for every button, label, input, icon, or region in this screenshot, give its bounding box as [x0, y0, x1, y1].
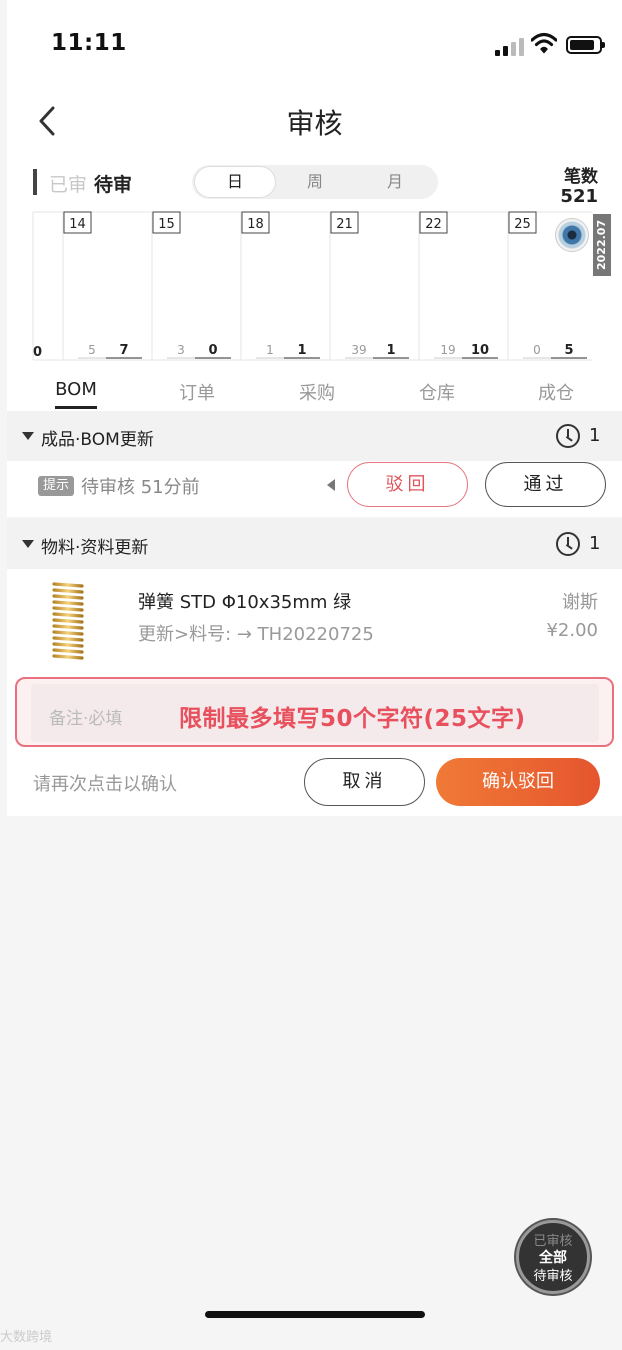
eye-icon[interactable] [555, 218, 589, 252]
count-value: 521 [560, 186, 598, 207]
filter-indicator [33, 169, 37, 195]
chart-partial-value: 0 [33, 345, 42, 360]
year-tag: 2022.07 [593, 214, 611, 276]
nav-bar: 审核 [7, 92, 622, 152]
chart-value-series1: 3 [177, 343, 185, 357]
pending-status: 待审核 51分前 [81, 477, 200, 498]
app-screen: 11:11 审核 已审 待审 日 周 月 笔数 521 0 14 5 7 15 3 0 18 1… [7, 0, 622, 1350]
note-input-frame: 备注·必填 限制最多填写50个字符(25文字) [15, 677, 614, 747]
tab-bom[interactable]: BOM [36, 379, 116, 400]
status-time: 11:11 [51, 30, 127, 56]
battery-icon [566, 36, 605, 54]
pass-button[interactable]: 通过 [485, 462, 606, 507]
spring-icon [52, 582, 84, 660]
tab-warehouse[interactable]: 仓库 [397, 379, 477, 405]
material-item[interactable]: 弹簧 STD Φ10x35mm 绿 更新>料号: → TH20220725 谢斯… [7, 569, 622, 676]
material-name: 弹簧 STD Φ10x35mm 绿 [138, 592, 352, 613]
chart-value-series2: 1 [386, 343, 395, 358]
left-triangle-icon [327, 479, 335, 491]
section-bom-header[interactable]: 成品·BOM更新 1 [7, 411, 622, 461]
fab-line-pending: 待审核 [533, 1269, 573, 1284]
chart-value-series1: 39 [351, 343, 366, 357]
chart-date-label: 15 [158, 217, 175, 232]
section-material-header[interactable]: 物料·资料更新 1 [7, 519, 622, 569]
chart-value-series1: 0 [533, 343, 541, 357]
collapse-triangle-icon [22, 540, 34, 548]
tab-orders[interactable]: 订单 [157, 379, 237, 405]
chart-svg: 0 14 5 7 15 3 0 18 1 1 21 39 1 22 19 10 25 0 5 [32, 211, 592, 361]
tab-finished-warehouse[interactable]: 成仓 [516, 379, 596, 405]
bom-review-row: 提示 待审核 51分前 驳回 通过 [7, 461, 622, 517]
section-material-title: 物料·资料更新 [41, 538, 149, 558]
clock-icon [556, 424, 580, 448]
chart-value-series2: 7 [119, 343, 128, 358]
watermark: 大数跨境 [0, 1330, 53, 1345]
tab-active-underline [55, 406, 97, 409]
chart-date-label: 21 [336, 217, 353, 232]
chart-date-label: 22 [425, 217, 442, 232]
period-day[interactable]: 日 [195, 167, 275, 197]
section-bom-count: 1 [589, 425, 601, 446]
chart-value-series2: 10 [471, 343, 489, 358]
chart-value-series2: 0 [208, 343, 217, 358]
material-price: ¥2.00 [546, 620, 598, 641]
reject-button[interactable]: 驳回 [347, 462, 468, 507]
home-indicator[interactable] [205, 1311, 425, 1318]
cancel-button[interactable]: 取消 [304, 758, 425, 806]
tab-purchase[interactable]: 采购 [277, 379, 357, 405]
chart-value-series1: 19 [440, 343, 455, 357]
chart-value-series2: 1 [297, 343, 306, 358]
chart-value-series1: 1 [266, 343, 274, 357]
section-material-count: 1 [589, 533, 601, 554]
note-placeholder: 备注·必填 [49, 709, 123, 729]
review-filter-fab[interactable]: 已审核 全部 待审核 [516, 1220, 590, 1294]
clock-icon [556, 532, 580, 556]
wifi-icon [531, 32, 557, 54]
filter-bar: 已审 待审 日 周 月 笔数 521 [7, 152, 622, 210]
chart-value-series1: 5 [88, 343, 96, 357]
fab-line-all: 全部 [539, 1250, 567, 1266]
status-bar: 11:11 [7, 0, 622, 92]
daily-chart: 0 14 5 7 15 3 0 18 1 1 21 39 1 22 19 10 25 0 5 2022.07 [7, 210, 622, 365]
count-label: 笔数 [564, 167, 598, 187]
chart-date-label: 25 [514, 217, 531, 232]
material-update: 更新>料号: → TH20220725 [138, 624, 374, 645]
note-limit-warning: 限制最多填写50个字符(25文字) [179, 706, 526, 732]
confirm-prompt: 请再次点击以确认 [33, 774, 177, 795]
chart-date-label: 14 [69, 217, 86, 232]
reviewed-toggle[interactable]: 已审 [49, 170, 87, 197]
period-week[interactable]: 周 [275, 167, 355, 197]
period-segmented-control: 日 周 月 [192, 165, 438, 199]
pending-toggle[interactable]: 待审 [94, 170, 132, 197]
reject-confirm-panel: 备注·必填 限制最多填写50个字符(25文字) 请再次点击以确认 取消 确认驳回 [7, 676, 622, 816]
confirm-reject-button[interactable]: 确认驳回 [436, 758, 600, 806]
collapse-triangle-icon [22, 432, 34, 440]
chart-value-series2: 5 [564, 343, 573, 358]
page-title: 审核 [286, 107, 343, 140]
hint-badge: 提示 [38, 476, 75, 496]
material-author: 谢斯 [562, 592, 598, 613]
signal-icon [495, 36, 525, 56]
section-bom-title: 成品·BOM更新 [41, 430, 154, 450]
chart-date-label: 18 [247, 217, 264, 232]
category-tabs: BOM 订单 采购 仓库 成仓 [7, 365, 622, 411]
period-month[interactable]: 月 [355, 167, 435, 197]
